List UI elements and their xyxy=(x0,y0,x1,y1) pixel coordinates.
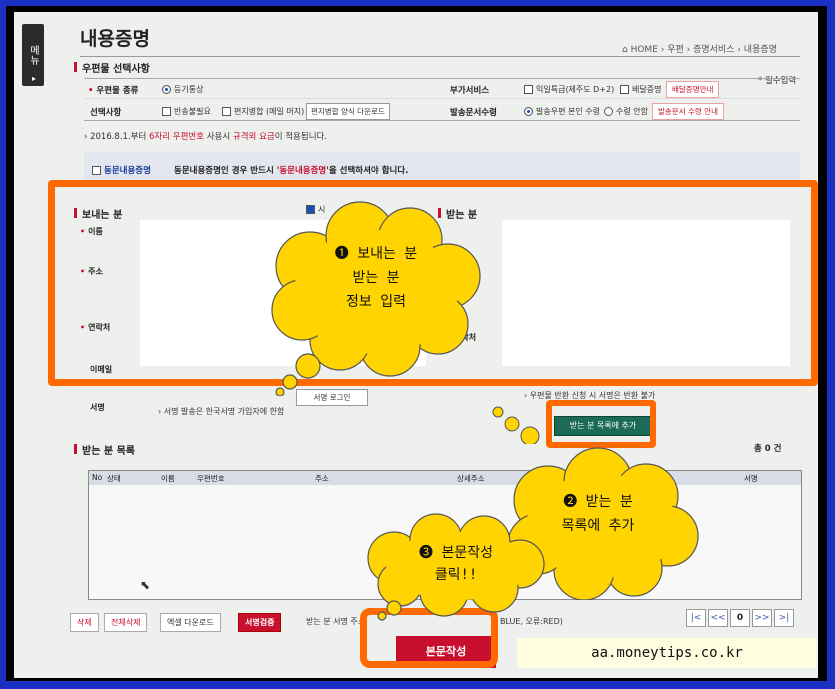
col-detail-address: 상세주소 xyxy=(457,474,485,483)
col-zipcode: 우편번호 xyxy=(197,474,225,483)
required-note: * 필수입력 xyxy=(758,76,797,86)
select-options-label: 선택사항 xyxy=(90,108,122,118)
callout1-line2: 받는 분 xyxy=(352,270,400,286)
notice-text: › 2016.8.1.부터 6자리 우편번호 사용시 규격외 요금이 적용됩니다… xyxy=(84,132,328,142)
delete-all-button[interactable]: 전체삭제 xyxy=(104,613,148,632)
side-menu-arrow-icon: ▸ xyxy=(32,74,37,83)
mail-options-title: 우편물 선택사항 xyxy=(74,60,150,75)
callout2-line1: ❷ 받는 분 xyxy=(563,494,633,510)
col-name: 이름 xyxy=(161,474,175,483)
callout1-line3: 정보 입력 xyxy=(346,294,406,310)
extra-service-label: 부가서비스 xyxy=(450,86,490,96)
mail-type-radio[interactable]: 등기통상 xyxy=(162,84,203,95)
mouse-cursor-icon: ⬉ xyxy=(140,578,151,592)
receipt-guide-button[interactable]: 발송문서 수령 안내 xyxy=(652,103,724,120)
table-divider xyxy=(84,98,800,99)
receipt-label: 발송문서수령 xyxy=(450,108,497,118)
merge-template-download-button[interactable]: 편지병합 양식 다운로드 xyxy=(306,103,390,120)
col-status[interactable]: 상태 xyxy=(107,473,121,484)
delete-button[interactable]: 삭제 xyxy=(70,613,99,632)
mail-merge-checkbox[interactable]: 편지병합 (메일 머지) xyxy=(222,106,304,117)
title-divider xyxy=(80,56,800,57)
excel-download-button[interactable]: 엑셀 다운로드 xyxy=(160,613,221,632)
receipt-none-radio[interactable]: 수령 안함 xyxy=(604,106,648,117)
callout-click-compose: ❸ 본문작성 클릭!! xyxy=(354,512,554,622)
sign-note: › 서명 발송은 한국서명 가입자에 한함 xyxy=(158,407,285,416)
delivery-proof-guide-button[interactable]: 배달증명안내 xyxy=(666,81,720,98)
table-divider xyxy=(84,78,800,79)
pager-next-button[interactable]: >> xyxy=(752,609,772,627)
callout-info-input: ❶ 보내는 분 받는 분 정보 입력 xyxy=(250,196,510,396)
watermark-url: aa.moneytips.co.kr xyxy=(517,638,817,668)
next-day-checkbox[interactable]: 익일특급(제주도 D+2) xyxy=(524,84,614,95)
receiver-list-total: 총 0 건 xyxy=(754,444,782,454)
delivery-proof-checkbox[interactable]: 배달증명 xyxy=(620,84,661,95)
pager-first-button[interactable]: |< xyxy=(686,609,706,627)
col-sign: 서명 xyxy=(744,474,758,483)
callout3-line2: 클릭!! xyxy=(434,567,478,583)
col-address: 주소 xyxy=(315,474,329,483)
col-no: No xyxy=(92,473,103,482)
pager-prev-button[interactable]: << xyxy=(708,609,728,627)
pager-current[interactable]: 0 xyxy=(730,609,750,627)
pager-last-button[interactable]: >| xyxy=(774,609,794,627)
opposite-mail-note: 동문내용증명인 경우 반드시 '동문내용증명'을 선택하셔야 합니다. xyxy=(174,166,409,176)
callout2-bubbles xyxy=(492,406,540,444)
callout3-line1: ❸ 본문작성 xyxy=(419,545,493,561)
return-unneeded-checkbox[interactable]: 반송불필요 xyxy=(162,106,211,117)
receipt-self-radio[interactable]: 발송우편 본인 수령 xyxy=(524,106,600,117)
browser-screen: 메뉴 ▸ 내용증명 ⌂ HOME › 우편 › 증명서비스 › 내용증명 우편물… xyxy=(14,12,818,678)
sign-label: 서명 xyxy=(90,403,105,412)
table-divider xyxy=(84,120,800,121)
mail-type-label: • 우편물 종류 xyxy=(88,86,139,96)
page-title: 내용증명 xyxy=(80,28,150,50)
callout1-line1: ❶ 보내는 분 xyxy=(334,246,418,262)
sign-verify-button[interactable]: 서명검증 xyxy=(238,613,282,632)
opposite-mail-checkbox[interactable]: 동문내용증명 xyxy=(92,164,151,176)
breadcrumb: ⌂ HOME › 우편 › 증명서비스 › 내용증명 xyxy=(622,45,777,55)
receiver-list-title: 받는 분 목록 xyxy=(74,442,135,457)
